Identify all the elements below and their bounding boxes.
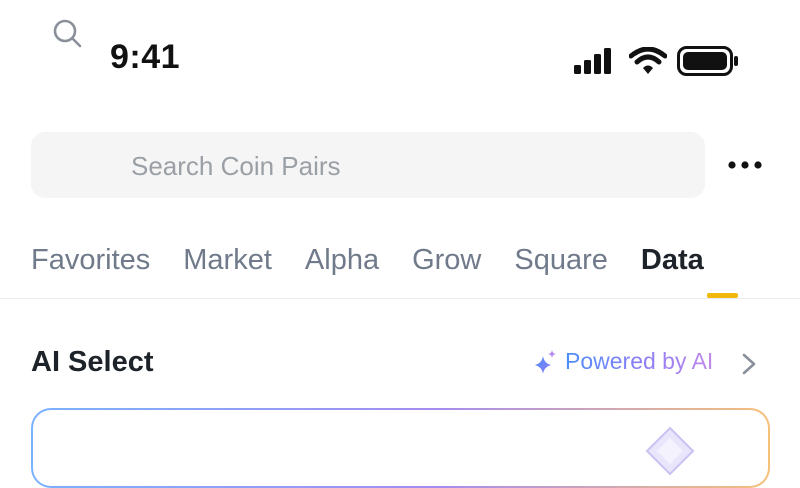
chevron-right-icon[interactable] — [740, 352, 758, 376]
status-icons — [573, 46, 739, 76]
search-icon — [53, 19, 82, 48]
more-icon[interactable] — [727, 152, 763, 178]
powered-by-ai-label: Powered by AI — [565, 348, 714, 374]
tab-grow[interactable]: Grow — [412, 238, 481, 288]
ai-select-card-body — [33, 410, 768, 486]
signal-icon — [574, 48, 611, 74]
status-time: 9:41 — [110, 38, 181, 76]
sparkle-icon — [535, 349, 556, 374]
battery-icon — [677, 46, 738, 76]
tabs-divider — [0, 298, 800, 299]
ai-select-card[interactable] — [31, 408, 770, 488]
tab-alpha[interactable]: Alpha — [305, 238, 379, 288]
tab-square[interactable]: Square — [514, 238, 608, 288]
section-title: AI Select — [31, 346, 154, 378]
ai-diamond-icon — [645, 426, 695, 476]
tab-data[interactable]: Data — [641, 238, 704, 288]
top-tabs: Favorites Market Alpha Grow Square Data — [31, 238, 737, 288]
tab-market[interactable]: Market — [183, 238, 272, 288]
search-input[interactable] — [129, 148, 693, 184]
tab-favorites[interactable]: Favorites — [31, 238, 150, 288]
powered-by-ai-link[interactable]: Powered by AI — [535, 348, 713, 375]
status-bar: 9:41 — [0, 0, 800, 110]
wifi-icon — [629, 47, 667, 74]
search-bar[interactable] — [31, 132, 705, 198]
